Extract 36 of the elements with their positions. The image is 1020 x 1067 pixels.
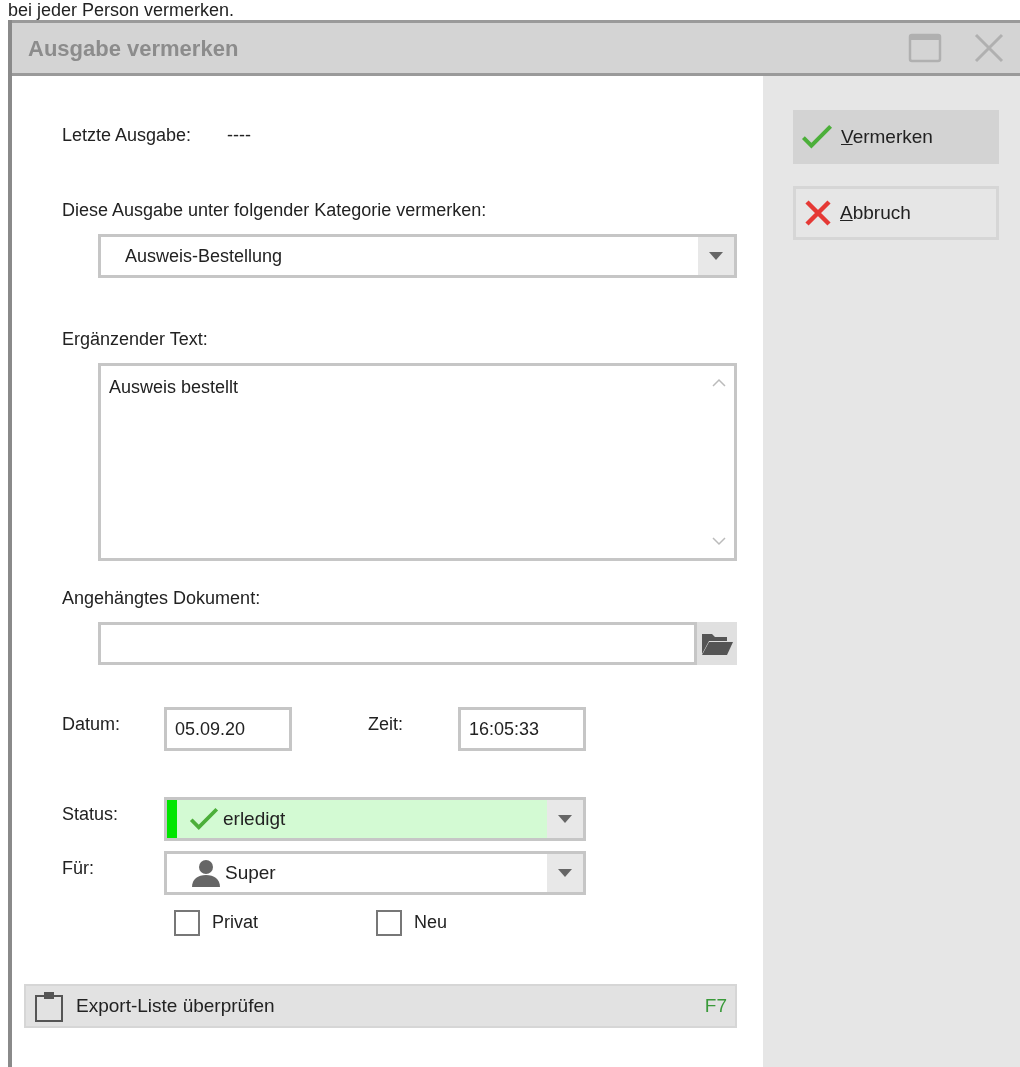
cross-icon bbox=[804, 199, 832, 227]
checkbox[interactable] bbox=[376, 909, 402, 936]
checkbox[interactable] bbox=[174, 909, 200, 936]
status-dropdown[interactable]: erledigt bbox=[164, 797, 586, 841]
field-label: Zeit: bbox=[368, 713, 404, 736]
field-label: Datum: bbox=[62, 713, 122, 736]
folder-icon bbox=[701, 631, 733, 656]
dropdown-arrow-icon[interactable] bbox=[558, 815, 572, 823]
date-field[interactable]: 05.09.20 bbox=[164, 707, 292, 751]
person-icon bbox=[191, 859, 221, 887]
field-label: Ergänzender Text: bbox=[62, 328, 209, 351]
confirm-button[interactable]: Vermerken bbox=[793, 110, 999, 164]
window-title: Ausgabe vermerken bbox=[28, 34, 240, 63]
category-dropdown[interactable]: Ausweis-Bestellung bbox=[98, 234, 737, 278]
checkbox-label: Neu bbox=[414, 911, 448, 934]
assignee-dropdown[interactable]: Super bbox=[164, 851, 586, 895]
checkbox-label: Privat bbox=[212, 911, 258, 934]
last-issue-value: ---- bbox=[227, 124, 252, 147]
dropdown-arrow-icon[interactable] bbox=[709, 252, 723, 260]
checkmark-icon bbox=[801, 124, 833, 150]
field-label: Diese Ausgabe unter folgender Kategorie vermerken: bbox=[62, 199, 488, 222]
field-label: Letzte Ausgabe: bbox=[62, 124, 192, 147]
dropdown-arrow-icon[interactable] bbox=[558, 869, 572, 877]
field-label: Für: bbox=[62, 857, 95, 880]
shortcut-key: F7 bbox=[704, 991, 727, 1021]
clipboard-icon bbox=[34, 990, 64, 1022]
cancel-button[interactable]: Abbruch bbox=[793, 186, 999, 240]
browse-button[interactable] bbox=[697, 622, 737, 665]
field-label: Status: bbox=[62, 803, 120, 826]
checkmark-icon bbox=[189, 807, 219, 831]
context-text: bei jeder Person vermerken. bbox=[7, 0, 236, 20]
status-indicator bbox=[167, 800, 177, 838]
time-field[interactable]: 16:05:33 bbox=[458, 707, 586, 751]
field-label: Angehängtes Dokument: bbox=[62, 587, 262, 610]
document-field[interactable] bbox=[98, 622, 697, 665]
export-list-button[interactable]: Export-Liste überprüfen F7 bbox=[24, 984, 737, 1028]
